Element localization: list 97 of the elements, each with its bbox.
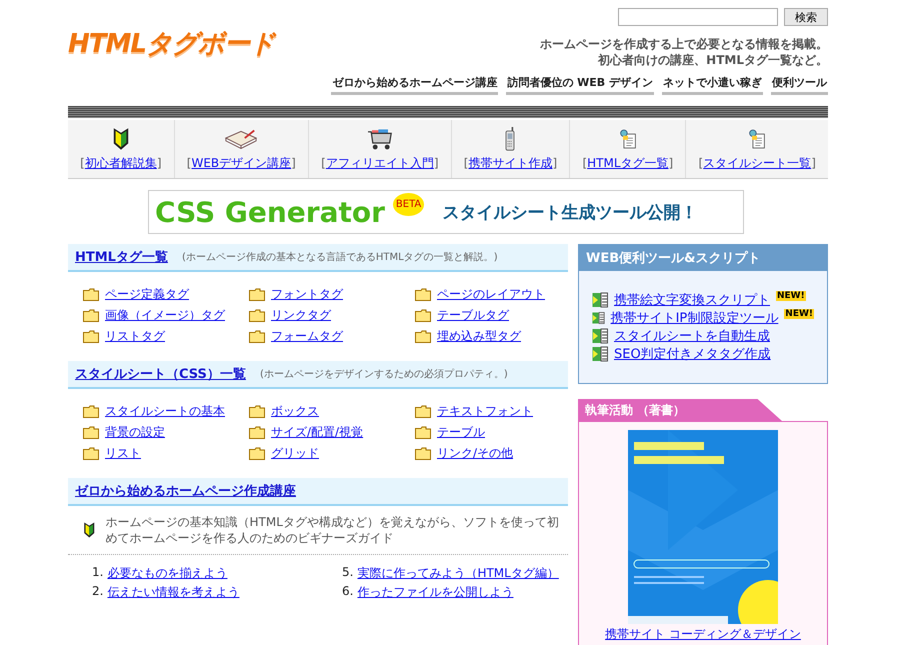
folder-icon	[415, 309, 431, 322]
beginner-mark-icon[interactable]	[112, 127, 130, 151]
step-number: 6.	[342, 584, 354, 600]
category-link[interactable]: HTMLタグ一覧	[587, 156, 669, 170]
script-icon	[592, 292, 608, 308]
tag-link[interactable]: リンク/その他	[437, 445, 514, 462]
step-link[interactable]: 伝えたい情報を考えよう	[107, 584, 240, 601]
banner-text: スタイルシート生成ツール公開！	[442, 202, 698, 224]
folder-icon	[83, 405, 99, 418]
bracket-text: ]	[811, 156, 816, 170]
book-section-title: 執筆活動 （著書）	[585, 403, 686, 417]
tag-link[interactable]: テーブル	[437, 424, 485, 441]
tool-link[interactable]: 携帯サイトIP制限設定ツール	[610, 309, 778, 327]
category-link[interactable]: 携帯サイト作成	[468, 156, 552, 170]
nav-link[interactable]: ゼロから始めるホームページ講座	[331, 73, 498, 95]
folder-icon	[83, 330, 99, 343]
bracket-text: ]	[434, 156, 439, 170]
tag-link[interactable]: サイズ/配置/視覚	[271, 424, 364, 441]
tag-document-icon[interactable]	[748, 127, 766, 151]
tool-link[interactable]: スタイルシートを自動生成	[614, 327, 770, 345]
new-badge: NEW!	[784, 309, 814, 319]
banner-title: CSS Generator	[155, 196, 385, 228]
category-link[interactable]: 初心者解説集	[84, 156, 157, 170]
tag-link[interactable]: リストタグ	[105, 328, 165, 345]
section-note: (ホームページ作成の基本となる言語であるHTMLタグの一覧と解説。)	[182, 250, 498, 264]
step-link[interactable]: 実際に作ってみよう（HTMLタグ編）	[357, 565, 559, 582]
folder-icon	[249, 405, 265, 418]
bracket-text: [	[321, 156, 326, 170]
bracket-text: ]	[156, 156, 162, 170]
tools-title: WEB便利ツール&スクリプト	[579, 245, 827, 271]
tag-link[interactable]: フォントタグ	[271, 286, 343, 303]
tag-link[interactable]: テーブルタグ	[437, 307, 509, 324]
folder-icon	[83, 288, 99, 301]
script-icon	[592, 346, 608, 362]
tag-link[interactable]: リスト	[105, 445, 141, 462]
step-number: 5.	[342, 565, 354, 581]
script-icon	[592, 310, 605, 326]
folder-icon	[249, 288, 265, 301]
section-title-link[interactable]: スタイルシート（CSS）一覧	[75, 365, 246, 383]
step-number: 2.	[92, 584, 104, 600]
search-field[interactable]	[618, 8, 778, 26]
step-link[interactable]: 必要なものを揃えよう	[107, 565, 228, 582]
book-link[interactable]: 携帯サイト コーディング＆デザイン	[605, 626, 801, 643]
css-generator-banner[interactable]: CSS Generator BETA スタイルシート生成ツール公開！	[148, 190, 744, 234]
tag-link[interactable]: 背景の設定	[105, 424, 165, 441]
tag-link[interactable]: フォームタグ	[271, 328, 343, 345]
section-note: (ホームページをデザインするための必須プロパティ。)	[260, 368, 508, 381]
bracket-text: ]	[291, 156, 296, 170]
category-link[interactable]: アフィリエイト入門	[326, 156, 434, 170]
folder-icon	[415, 447, 431, 460]
tagline-text: ホームページを作成する上で必要となる情報を掲載。	[540, 36, 828, 52]
folder-icon	[249, 426, 265, 439]
tag-link[interactable]: ページのレイアウト	[437, 286, 545, 303]
bracket-text: [	[582, 156, 588, 170]
tag-link[interactable]: ページ定義タグ	[105, 286, 189, 303]
section-title-link[interactable]: HTMLタグ一覧	[75, 248, 168, 266]
course-description: ホームページの基本知識（HTMLタグや構成など）を覚えながら、ソフトを使って初めてホームページを作る人のためのビギナーズガイド	[105, 514, 560, 546]
nav-link[interactable]: 便利ツール	[771, 73, 828, 95]
category-link[interactable]: WEBデザイン講座	[191, 156, 292, 170]
new-badge: NEW!	[776, 291, 806, 301]
bracket-text: [	[464, 156, 468, 170]
beta-badge: BETA	[392, 193, 424, 216]
book-icon[interactable]	[224, 127, 258, 151]
search-button[interactable]: 検索	[784, 8, 828, 26]
tool-link[interactable]: SEO判定付きメタタグ作成	[614, 345, 771, 363]
tag-link[interactable]: スタイルシートの基本	[105, 403, 225, 420]
tagline-text: 初心者向けの講座、HTMLタグ一覧など。	[596, 52, 828, 68]
bracket-text: ]	[668, 156, 674, 170]
folder-icon	[415, 330, 431, 343]
tag-link[interactable]: グリッド	[271, 445, 319, 462]
nav-link[interactable]: 訪問者優位の WEB デザイン	[506, 73, 654, 95]
tool-link[interactable]: 携帯絵文字変換スクリプト	[614, 291, 770, 309]
folder-icon	[83, 447, 99, 460]
tag-document-icon[interactable]	[618, 127, 637, 151]
script-icon	[592, 328, 608, 344]
tag-link[interactable]: リンクタグ	[271, 307, 331, 324]
tag-link[interactable]: ボックス	[271, 403, 319, 420]
section-title-link[interactable]: ゼロから始めるホームページ作成講座	[75, 482, 296, 500]
tag-link[interactable]: 埋め込み型タグ	[437, 328, 521, 345]
step-number: 1.	[92, 565, 104, 581]
folder-icon	[249, 330, 265, 343]
folder-icon	[415, 405, 431, 418]
bracket-text: [	[186, 156, 192, 170]
folder-icon	[249, 447, 265, 460]
nav-link[interactable]: ネットで小遣い稼ぎ	[662, 73, 763, 95]
step-link[interactable]: 作ったファイルを公開しよう	[357, 584, 514, 601]
folder-icon	[415, 288, 431, 301]
tag-link[interactable]: 画像（イメージ）タグ	[105, 307, 225, 324]
folder-icon	[415, 426, 431, 439]
bracket-text: [	[698, 156, 704, 170]
folder-icon	[83, 309, 99, 322]
bracket-text: [	[80, 156, 85, 170]
category-link[interactable]: スタイルシート一覧	[703, 156, 812, 170]
bracket-text: ]	[552, 156, 558, 170]
folder-icon	[249, 309, 265, 322]
folder-icon	[83, 426, 99, 439]
tag-link[interactable]: テキストフォント	[437, 403, 533, 420]
